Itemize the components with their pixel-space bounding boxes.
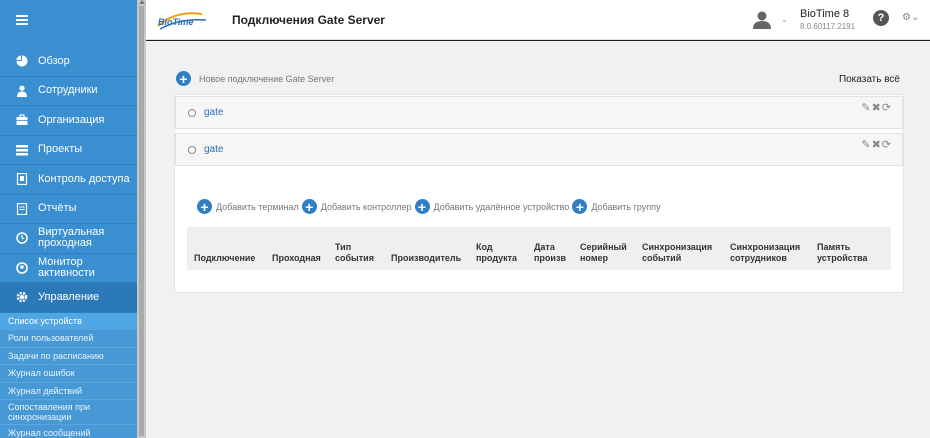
edit-pencil-icon[interactable]: ✎ <box>861 139 871 151</box>
page-title: Подключения Gate Server <box>232 13 385 27</box>
door-icon <box>16 173 28 186</box>
column-header[interactable]: Код продукта <box>476 242 522 264</box>
hamburger-menu-icon[interactable] <box>16 15 28 25</box>
column-header[interactable]: Серийный номер <box>580 242 632 264</box>
connection-name[interactable]: gate <box>204 144 223 155</box>
help-icon[interactable]: ? <box>873 10 889 26</box>
sidebar-sub-message-log[interactable]: Журнал сообщений <box>0 425 137 438</box>
gear-icon <box>16 291 28 303</box>
document-icon <box>16 202 28 215</box>
plus-circle-icon[interactable]: + <box>197 199 212 214</box>
chevron-down-icon[interactable]: ⌄ <box>781 15 788 24</box>
column-header[interactable]: Синхронизация событий <box>642 242 722 264</box>
sidebar-item-reports[interactable]: Отчёты <box>0 195 137 224</box>
show-all-link[interactable]: Показать всё <box>839 74 900 85</box>
user-avatar-icon[interactable] <box>752 10 772 33</box>
sidebar-item-management[interactable]: Управление <box>0 283 137 313</box>
sidebar-item-label: Виртуальная проходная <box>38 226 105 250</box>
plus-circle-icon[interactable]: + <box>301 199 317 214</box>
sidebar-item-employees[interactable]: Сотрудники <box>0 77 137 106</box>
sidebar-item-activity-monitor[interactable]: Монитор активности <box>0 254 137 283</box>
list-icon <box>16 144 28 156</box>
scrollbar-thumb[interactable] <box>139 6 144 436</box>
header: BioTime Подключения Gate Server ⌄ BioTim… <box>146 0 930 40</box>
connection-row[interactable]: gate ✎✖⟳ <box>175 133 903 166</box>
biotime-logo: BioTime <box>156 8 210 34</box>
sidebar-item-virtual-checkpoint[interactable]: Виртуальная проходная <box>0 224 137 254</box>
version-text: 8.0.60117.2191 <box>800 22 856 31</box>
sidebar-item-label: Сотрудники <box>38 84 98 97</box>
settings-cogs-icon[interactable]: ⚙⌄ <box>902 12 919 23</box>
delete-x-icon[interactable]: ✖ <box>872 139 882 151</box>
devices-table-header: Подключение Проходная Тип события Произв… <box>187 227 891 270</box>
sidebar-item-label: Организация <box>38 113 105 126</box>
plus-circle-icon[interactable]: + <box>414 199 430 214</box>
delete-x-icon[interactable]: ✖ <box>872 102 882 114</box>
scroll-up-arrow-icon[interactable] <box>139 0 145 4</box>
briefcase-icon <box>16 114 28 126</box>
sidebar-scrollbar[interactable] <box>137 0 146 438</box>
sidebar-item-label: Проекты <box>38 143 83 156</box>
user-icon <box>16 85 28 97</box>
column-header[interactable]: Производитель <box>391 253 461 264</box>
sidebar-item-access-control[interactable]: Контроль доступа <box>0 165 137 195</box>
edit-pencil-icon[interactable]: ✎ <box>861 102 871 114</box>
sidebar-item-label: Монитор активности <box>38 255 95 279</box>
plus-circle-icon[interactable]: + <box>572 199 588 214</box>
refresh-icon[interactable]: ⟳ <box>882 139 892 151</box>
sidebar-top <box>0 0 137 40</box>
sidebar-sub-action-log[interactable]: Журнал действий <box>0 382 137 400</box>
monitor-icon <box>16 261 28 274</box>
sidebar: Обзор Сотрудники Организация Проекты Кон… <box>0 0 137 438</box>
sidebar-sub-sync-mappings[interactable]: Сопоставления при синхронизации <box>0 400 137 425</box>
column-header[interactable]: Синхронизация сотрудников <box>730 242 810 264</box>
connection-name[interactable]: gate <box>204 107 223 118</box>
column-header[interactable]: Память устройства <box>817 242 877 264</box>
plus-circle-icon: + <box>176 71 191 86</box>
pie-chart-icon <box>16 55 28 67</box>
sidebar-item-label: Контроль доступа <box>38 172 130 185</box>
sidebar-item-label: Отчёты <box>38 202 77 215</box>
device-actions-bar: + Добавить терминал + Добавить контролле… <box>197 199 664 214</box>
sidebar-item-projects[interactable]: Проекты <box>0 136 137 165</box>
sidebar-sub-scheduled-tasks[interactable]: Задачи по расписанию <box>0 347 137 365</box>
sidebar-sub-error-log[interactable]: Журнал ошибок <box>0 365 137 383</box>
sidebar-sub-user-roles[interactable]: Роли пользователей <box>0 330 137 348</box>
sidebar-item-overview[interactable]: Обзор <box>0 47 137 77</box>
sidebar-item-label: Обзор <box>38 54 70 67</box>
add-terminal-button[interactable]: Добавить терминал <box>216 202 299 212</box>
new-connection-label: Новое подключение Gate Server <box>199 73 335 84</box>
connections-panel: gate ✎✖⟳ gate ✎✖⟳ + Добавить терминал + … <box>174 94 904 293</box>
sidebar-item-organization[interactable]: Организация <box>0 106 137 136</box>
sidebar-sub-device-list[interactable]: Список устройств <box>0 312 137 330</box>
connection-radio[interactable] <box>188 109 196 117</box>
row-actions: ✎✖⟳ <box>861 101 892 114</box>
connection-row[interactable]: gate ✎✖⟳ <box>175 96 903 129</box>
logo-text: BioTime <box>158 17 193 27</box>
add-controller-button[interactable]: Добавить контроллер <box>321 202 412 212</box>
add-group-button[interactable]: Добавить группу <box>591 202 660 212</box>
column-header[interactable]: Проходная <box>272 253 321 264</box>
clock-icon <box>16 232 28 244</box>
column-header[interactable]: Подключение <box>194 253 255 264</box>
sidebar-item-label: Управление <box>38 290 100 303</box>
row-actions: ✎✖⟳ <box>861 138 892 151</box>
brand-name: BioTime 8 <box>800 8 850 20</box>
column-header[interactable]: Тип события <box>335 242 379 264</box>
connection-radio[interactable] <box>188 146 196 154</box>
add-remote-device-button[interactable]: Добавить удалённое устройство <box>434 202 570 212</box>
main-content: + Новое подключение Gate Server Показать… <box>146 41 930 438</box>
column-header[interactable]: Дата произв <box>534 242 570 264</box>
new-connection-link[interactable]: + Новое подключение Gate Server <box>176 71 334 86</box>
refresh-icon[interactable]: ⟳ <box>882 102 892 114</box>
